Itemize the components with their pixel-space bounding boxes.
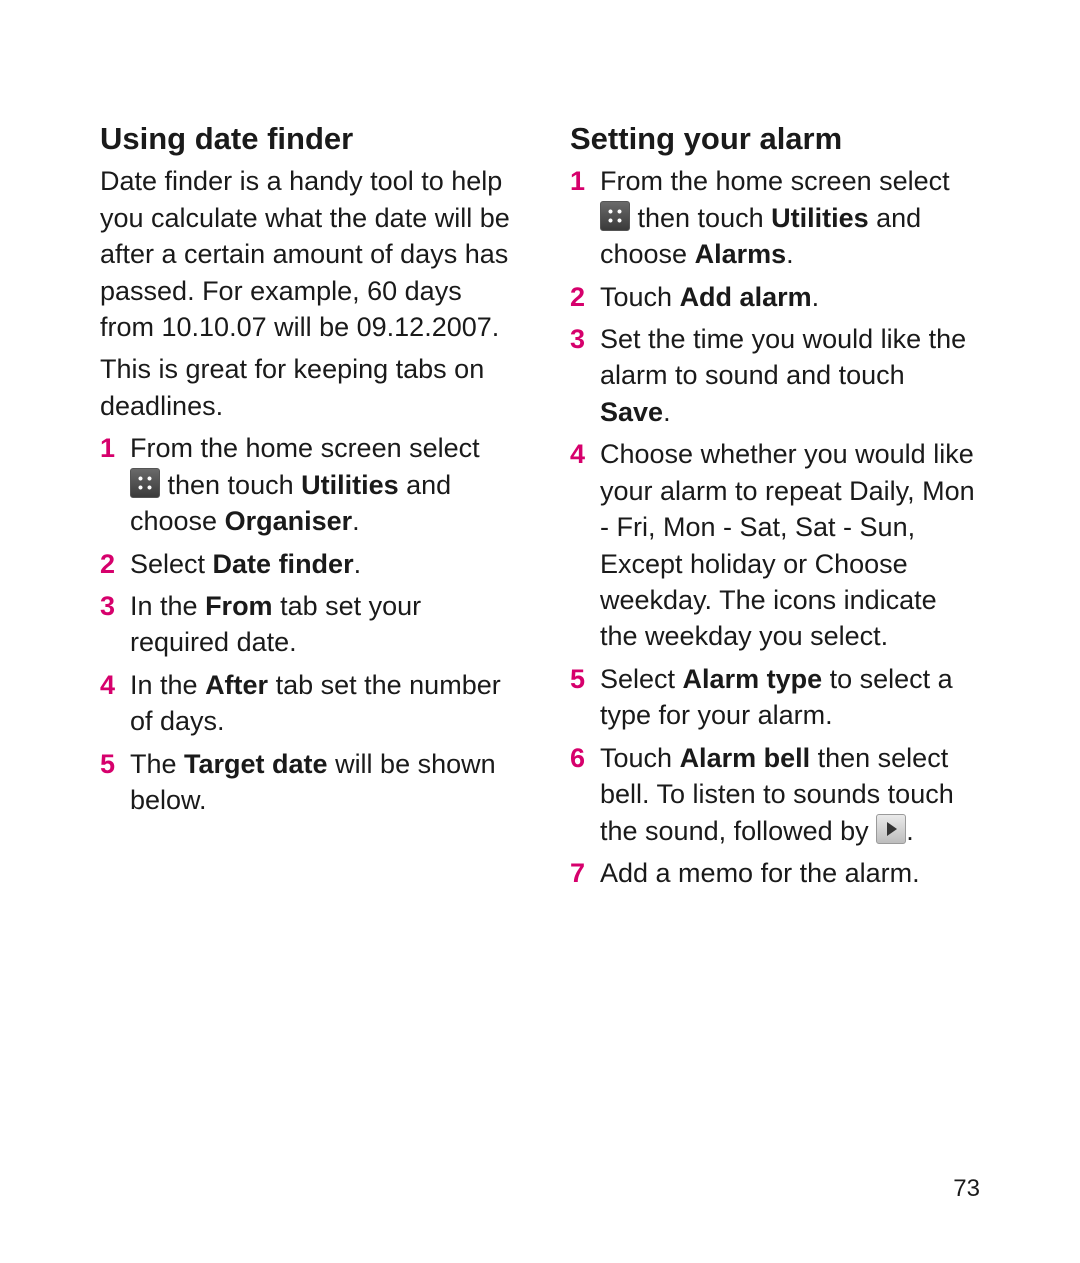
text: Choose whether you would like your alarm… xyxy=(600,439,975,651)
apps-grid-icon xyxy=(130,468,160,498)
step-number: 5 xyxy=(100,746,115,782)
bold-utilities: Utilities xyxy=(771,203,869,233)
step-number: 4 xyxy=(100,667,115,703)
left-intro-2: This is great for keeping tabs on deadli… xyxy=(100,351,510,424)
text: In the xyxy=(130,670,205,700)
right-step-3: 3 Set the time you would like the alarm … xyxy=(570,321,980,430)
text: . xyxy=(812,282,820,312)
bold-target-date: Target date xyxy=(184,749,328,779)
right-step-7: 7 Add a memo for the alarm. xyxy=(570,855,980,891)
bold-date-finder: Date finder xyxy=(213,549,354,579)
bold-utilities: Utilities xyxy=(301,470,399,500)
play-icon xyxy=(876,814,906,844)
bold-alarms: Alarms xyxy=(695,239,787,269)
text: From the home screen select xyxy=(600,166,950,196)
right-column: Setting your alarm 1 From the home scree… xyxy=(570,120,980,1203)
right-steps: 1 From the home screen select then touch… xyxy=(570,163,980,891)
text: then touch xyxy=(630,203,771,233)
bold-add-alarm: Add alarm xyxy=(680,282,812,312)
left-step-3: 3 In the From tab set your required date… xyxy=(100,588,510,661)
right-step-2: 2 Touch Add alarm. xyxy=(570,279,980,315)
left-steps: 1 From the home screen select then touch… xyxy=(100,430,510,818)
step-number: 2 xyxy=(570,279,585,315)
text: Select xyxy=(130,549,213,579)
right-step-4: 4 Choose whether you would like your ala… xyxy=(570,436,980,655)
text: From the home screen select xyxy=(130,433,480,463)
text: . xyxy=(354,549,362,579)
text: then touch xyxy=(160,470,301,500)
left-step-1: 1 From the home screen select then touch… xyxy=(100,430,510,539)
bold-after: After xyxy=(205,670,268,700)
text: Touch xyxy=(600,282,680,312)
step-number: 3 xyxy=(570,321,585,357)
text: The xyxy=(130,749,184,779)
left-column: Using date finder Date finder is a handy… xyxy=(100,120,510,1203)
step-number: 6 xyxy=(570,740,585,776)
text: Select xyxy=(600,664,683,694)
text: . xyxy=(352,506,360,536)
left-heading: Using date finder xyxy=(100,120,510,157)
bold-save: Save xyxy=(600,397,663,427)
right-step-5: 5 Select Alarm type to select a type for… xyxy=(570,661,980,734)
step-number: 1 xyxy=(570,163,585,199)
left-step-2: 2 Select Date finder. xyxy=(100,546,510,582)
text: In the xyxy=(130,591,205,621)
bold-alarm-type: Alarm type xyxy=(683,664,823,694)
step-number: 5 xyxy=(570,661,585,697)
page-number: 73 xyxy=(953,1175,980,1203)
step-number: 1 xyxy=(100,430,115,466)
text: . xyxy=(786,239,794,269)
bold-alarm-bell: Alarm bell xyxy=(680,743,811,773)
step-number: 4 xyxy=(570,436,585,472)
bold-from: From xyxy=(205,591,273,621)
manual-page: Using date finder Date finder is a handy… xyxy=(0,0,1080,1263)
text: Set the time you would like the alarm to… xyxy=(600,324,966,390)
left-intro-1: Date finder is a handy tool to help you … xyxy=(100,163,510,345)
step-number: 2 xyxy=(100,546,115,582)
step-number: 7 xyxy=(570,855,585,891)
right-step-1: 1 From the home screen select then touch… xyxy=(570,163,980,272)
left-step-5: 5 The Target date will be shown below. xyxy=(100,746,510,819)
left-step-4: 4 In the After tab set the number of day… xyxy=(100,667,510,740)
apps-grid-icon xyxy=(600,201,630,231)
text: . xyxy=(906,816,914,846)
right-heading: Setting your alarm xyxy=(570,120,980,157)
right-step-6: 6 Touch Alarm bell then select bell. To … xyxy=(570,740,980,849)
text: Add a memo for the alarm. xyxy=(600,858,920,888)
text: . xyxy=(663,397,671,427)
step-number: 3 xyxy=(100,588,115,624)
bold-organiser: Organiser xyxy=(225,506,353,536)
text: Touch xyxy=(600,743,680,773)
